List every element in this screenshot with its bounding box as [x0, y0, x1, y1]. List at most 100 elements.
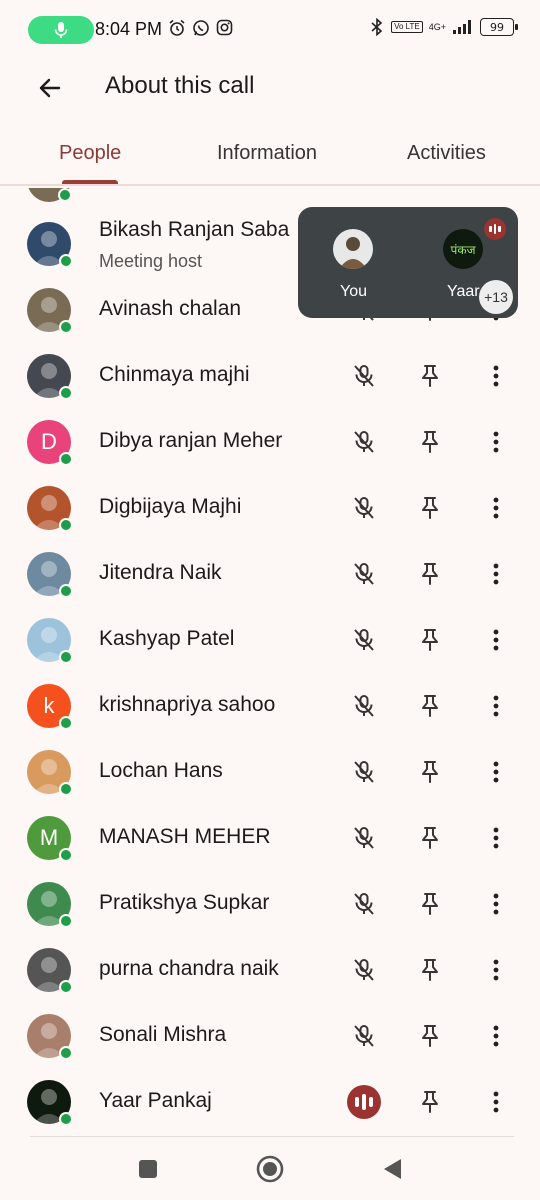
more-options-button[interactable] — [476, 752, 516, 792]
participant-row[interactable]: Digbijaya Majhi — [0, 475, 540, 541]
participant-row[interactable]: purna chandra naik — [0, 937, 540, 1003]
more-options-button[interactable] — [476, 356, 516, 396]
mute-status-button[interactable] — [344, 488, 384, 528]
active-mic-indicator[interactable] — [28, 16, 94, 44]
participant-name: purna chandra naik — [99, 957, 279, 980]
online-indicator — [59, 1112, 73, 1126]
mic-off-icon — [354, 431, 374, 453]
participant-row[interactable]: Kashyap Patel — [0, 607, 540, 673]
svg-text:पंकज: पंकज — [451, 243, 477, 257]
online-indicator — [59, 848, 73, 862]
more-options-button[interactable] — [476, 686, 516, 726]
nav-back-button[interactable] — [374, 1151, 410, 1187]
mic-off-icon — [354, 827, 374, 849]
tab-information[interactable]: Information — [217, 142, 317, 165]
mic-off-icon — [354, 497, 374, 519]
participant-row[interactable]: k krishnapriya sahoo — [0, 673, 540, 739]
participant-tile[interactable]: पंकज — [443, 229, 483, 269]
more-vert-icon — [493, 959, 499, 981]
status-time: 8:04 PM — [95, 19, 163, 39]
whatsapp-icon — [193, 20, 209, 36]
avatar: k — [27, 684, 73, 730]
pin-button[interactable] — [410, 686, 450, 726]
pin-button[interactable] — [410, 1082, 450, 1122]
more-options-button[interactable] — [476, 554, 516, 594]
participant-name: Digbijaya Majhi — [99, 495, 242, 518]
pin-icon — [422, 827, 438, 849]
mute-status-button[interactable] — [344, 884, 384, 924]
tab-people[interactable]: People — [59, 142, 121, 165]
pin-icon — [422, 497, 438, 519]
system-nav-bar — [0, 1137, 540, 1200]
online-indicator — [58, 188, 72, 202]
more-options-button[interactable] — [476, 1082, 516, 1122]
participant-row[interactable]: Lochan Hans — [0, 739, 540, 805]
speaking-indicator[interactable] — [344, 1082, 384, 1122]
back-button[interactable] — [30, 68, 70, 108]
more-vert-icon — [493, 1025, 499, 1047]
pin-button[interactable] — [410, 356, 450, 396]
more-options-button[interactable] — [476, 884, 516, 924]
more-options-button[interactable] — [476, 488, 516, 528]
mute-status-button[interactable] — [344, 686, 384, 726]
participant-list[interactable]: Bikash Ranjan Saba Meeting host Avinash ch… — [0, 188, 540, 1136]
mic-off-icon — [354, 761, 374, 783]
pin-icon — [422, 959, 438, 981]
pin-button[interactable] — [410, 620, 450, 660]
pin-button[interactable] — [410, 884, 450, 924]
participant-row[interactable]: Sonali Mishra — [0, 1003, 540, 1069]
avatar — [27, 948, 73, 994]
more-options-button[interactable] — [476, 818, 516, 858]
participant-row[interactable]: M MANASH MEHER — [0, 805, 540, 871]
participant-row[interactable]: Yaar Pankaj — [0, 1069, 540, 1135]
triangle-back-icon — [384, 1159, 401, 1179]
mic-off-icon — [354, 365, 374, 387]
app-bar: About this call — [0, 60, 540, 116]
mute-status-button[interactable] — [344, 422, 384, 462]
recents-button[interactable] — [130, 1151, 166, 1187]
avatar — [27, 882, 73, 928]
participant-row[interactable]: D Dibya ranjan Meher — [0, 409, 540, 475]
pin-button[interactable] — [410, 752, 450, 792]
participant-name: Lochan Hans — [99, 759, 223, 782]
tab-indicator — [62, 180, 118, 184]
mute-status-button[interactable] — [344, 620, 384, 660]
mute-status-button[interactable] — [344, 356, 384, 396]
mute-status-button[interactable] — [344, 752, 384, 792]
pin-button[interactable] — [410, 422, 450, 462]
avatar — [27, 750, 73, 796]
pin-button[interactable] — [410, 950, 450, 990]
self-video-tile[interactable] — [333, 229, 373, 269]
participant-row[interactable]: Pratikshya Supkar — [0, 871, 540, 937]
more-participants-badge[interactable]: +13 — [479, 280, 513, 314]
pin-button[interactable] — [410, 554, 450, 594]
more-vert-icon — [493, 695, 499, 717]
pin-button[interactable] — [410, 818, 450, 858]
pin-button[interactable] — [410, 1016, 450, 1056]
more-options-button[interactable] — [476, 1016, 516, 1056]
circle-icon — [256, 1155, 284, 1183]
participant-row[interactable]: Chinmaya majhi — [0, 343, 540, 409]
mute-status-button[interactable] — [344, 554, 384, 594]
participant-name: Pratikshya Supkar — [99, 891, 270, 914]
battery-icon: 99 — [480, 18, 518, 36]
more-vert-icon — [493, 761, 499, 783]
mute-status-button[interactable] — [344, 818, 384, 858]
tab-activities[interactable]: Activities — [407, 142, 486, 165]
participant-name: Kashyap Patel — [99, 627, 235, 650]
mute-status-button[interactable] — [344, 950, 384, 990]
online-indicator — [59, 320, 73, 334]
avatar — [27, 1014, 73, 1060]
pin-icon — [422, 431, 438, 453]
pin-button[interactable] — [410, 488, 450, 528]
home-button[interactable] — [252, 1151, 288, 1187]
more-options-button[interactable] — [476, 950, 516, 990]
participant-row[interactable]: Jitendra Naik — [0, 541, 540, 607]
mic-off-icon — [354, 563, 374, 585]
pin-icon — [422, 761, 438, 783]
mute-status-button[interactable] — [344, 1016, 384, 1056]
pin-icon — [422, 365, 438, 387]
avatar — [27, 618, 73, 664]
more-options-button[interactable] — [476, 620, 516, 660]
more-options-button[interactable] — [476, 422, 516, 462]
